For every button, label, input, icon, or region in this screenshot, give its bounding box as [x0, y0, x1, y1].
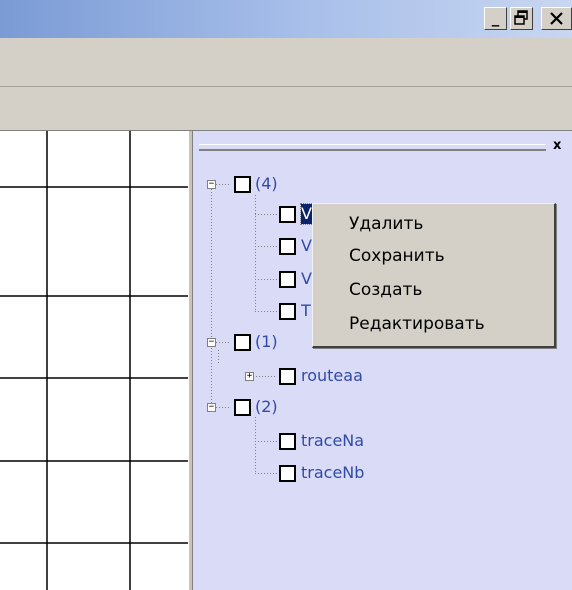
tree-checkbox[interactable]	[279, 238, 296, 255]
toolbar	[0, 87, 572, 131]
minimize-button[interactable]: _	[484, 7, 507, 30]
tree-item-label[interactable]: traceNb	[301, 463, 364, 483]
window-titlebar: _	[0, 0, 572, 38]
context-menu-item-create[interactable]: Создать	[349, 280, 422, 310]
tree-connector-lines	[211, 184, 277, 474]
tree-checkbox[interactable]	[279, 271, 296, 288]
tree-item-label[interactable]: traceNa	[301, 431, 364, 451]
tree-view[interactable]: − (4) V V V T − (1) + routeaa − (2) trac…	[193, 131, 572, 590]
tree-item-label[interactable]: routeaa	[301, 366, 363, 386]
restore-button[interactable]	[510, 7, 533, 30]
tree-checkbox[interactable]	[279, 465, 296, 482]
restore-icon	[514, 10, 528, 25]
tree-panel: x − (4) V V V T − (1) + routeaa − (2) tr…	[192, 131, 572, 590]
tree-expander-plus[interactable]: +	[245, 372, 254, 381]
menu-bar	[0, 38, 572, 87]
tree-checkbox[interactable]	[234, 399, 251, 416]
tree-group-label[interactable]: (2)	[255, 397, 278, 417]
tree-checkbox[interactable]	[279, 433, 296, 450]
close-button[interactable]	[541, 7, 572, 30]
tree-checkbox[interactable]	[234, 176, 251, 193]
tree-checkbox[interactable]	[279, 206, 296, 223]
tree-checkbox[interactable]	[279, 368, 296, 385]
tree-expander-minus[interactable]: −	[207, 180, 216, 189]
tree-group-label[interactable]: (1)	[255, 332, 278, 352]
tree-item-label[interactable]: V	[301, 236, 312, 256]
tree-checkbox[interactable]	[234, 334, 251, 351]
tree-item-label[interactable]: T	[301, 301, 311, 321]
context-menu-item-edit[interactable]: Редактировать	[349, 314, 485, 344]
grid-canvas[interactable]	[0, 131, 192, 590]
tree-group-label[interactable]: (4)	[255, 174, 278, 194]
tree-item-label[interactable]: V	[301, 269, 312, 289]
tree-checkbox[interactable]	[279, 303, 296, 320]
grid-lines	[0, 131, 192, 590]
context-menu-item-save[interactable]: Сохранить	[349, 246, 445, 276]
context-menu: Удалить Сохранить Создать Редактировать	[312, 203, 556, 348]
context-menu-item-delete[interactable]: Удалить	[349, 214, 423, 244]
close-icon	[550, 12, 563, 25]
tree-expander-minus[interactable]: −	[207, 338, 216, 347]
tree-expander-minus[interactable]: −	[207, 403, 216, 412]
